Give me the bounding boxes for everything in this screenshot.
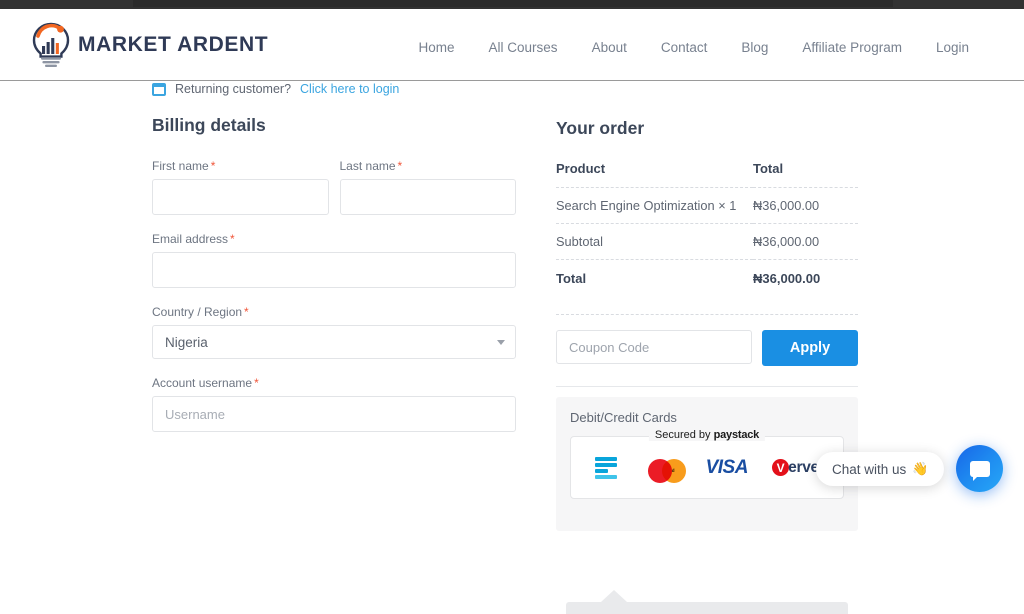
mastercard-yellow-circle: [661, 458, 686, 483]
coupon-divider: [556, 386, 858, 387]
country-select-wrapper: Nigeria: [152, 325, 516, 359]
first-name-field-group: First name *: [152, 159, 329, 215]
column-header-product: Product: [556, 161, 606, 176]
order-table-header-row: Product Total: [556, 161, 858, 188]
table-row: Total ₦36,000.00: [556, 259, 858, 296]
returning-customer-notice: Returning customer? Click here to login: [152, 78, 399, 100]
site-logo[interactable]: MARKET ARDENT: [30, 22, 268, 68]
browser-chrome-inner: [133, 0, 893, 7]
order-item-amount: ₦36,000.00: [753, 187, 858, 224]
email-field-group: Email address *: [152, 232, 516, 288]
last-name-input[interactable]: [339, 179, 516, 215]
mastercard-icon: mastercard: [641, 458, 686, 483]
waving-hand-icon: 👋: [912, 461, 929, 476]
paystack-card-icon: [595, 456, 618, 479]
billing-details-heading: Billing details: [152, 115, 266, 135]
country-select[interactable]: Nigeria: [152, 325, 516, 359]
last-name-label-text: Last name: [339, 159, 396, 173]
nav-item-about[interactable]: About: [575, 40, 644, 55]
chat-prompt-bubble[interactable]: Chat with us 👋: [816, 452, 945, 486]
browser-chrome-strip: [0, 0, 1024, 9]
nav-item-contact[interactable]: Contact: [644, 40, 725, 55]
order-table: Product Total Search Engine Optimization…: [556, 161, 858, 296]
required-marker: *: [397, 159, 403, 173]
order-summary-section: Your order Product Total Search Engine O…: [556, 118, 858, 315]
info-box-icon: [152, 82, 166, 96]
paystack-brand-text: paystack: [713, 429, 760, 441]
nav-item-affiliate-program[interactable]: Affiliate Program: [785, 40, 919, 55]
chat-prompt-text: Chat with us: [832, 461, 907, 477]
site-header: MARKET ARDENT Home All Courses About Con…: [0, 9, 1024, 81]
name-fields-row: First name * Last name *: [152, 159, 516, 232]
your-order-heading: Your order: [556, 118, 645, 138]
username-input[interactable]: [152, 396, 516, 432]
table-row: Subtotal ₦36,000.00: [556, 223, 858, 260]
verve-logo: V erve: [772, 459, 819, 477]
nav-item-all-courses[interactable]: All Courses: [472, 40, 575, 55]
email-input[interactable]: [152, 252, 516, 288]
required-marker: *: [244, 305, 249, 319]
country-field-group: Country / Region * Nigeria: [152, 305, 516, 359]
email-label-text: Email address: [152, 232, 229, 246]
order-table-body: Search Engine Optimization × 1 ₦36,000.0…: [556, 187, 858, 296]
nav-item-blog[interactable]: Blog: [724, 40, 785, 55]
visa-icon: VISA: [705, 456, 749, 478]
order-item-name: Search Engine Optimization × 1: [556, 187, 753, 224]
first-name-label-text: First name: [152, 159, 209, 173]
payment-methods-panel: Debit/Credit Cards Secured by paystack V…: [556, 397, 858, 531]
email-label: Email address *: [152, 232, 516, 246]
coupon-code-input[interactable]: [556, 330, 752, 364]
nav-item-login[interactable]: Login: [919, 40, 986, 55]
payment-bottom-strip: [566, 602, 848, 614]
total-label: Total: [556, 259, 753, 296]
table-row: Search Engine Optimization × 1 ₦36,000.0…: [556, 187, 858, 224]
subtotal-label: Subtotal: [556, 223, 753, 260]
column-header-total: Total: [753, 161, 784, 176]
paystack-card-logo: [595, 456, 618, 479]
secured-by-text: Secured by: [654, 429, 711, 441]
mastercard-logo: mastercard: [641, 458, 686, 483]
order-table-head: Product Total: [556, 161, 858, 188]
product-title: Search Engine Optimization: [556, 198, 715, 213]
required-marker: *: [210, 159, 216, 173]
last-name-label: Last name *: [340, 159, 517, 173]
nav-item-home[interactable]: Home: [402, 40, 472, 55]
paystack-card-box: Secured by paystack mastercard: [570, 429, 844, 499]
country-label-text: Country / Region: [152, 305, 243, 319]
required-marker: *: [230, 232, 235, 246]
accepted-cards-row: mastercard VISA V erve: [571, 437, 843, 498]
product-quantity: × 1: [718, 198, 737, 213]
speech-bubble-icon: [969, 460, 990, 481]
username-label: Account username *: [152, 376, 516, 390]
first-name-input[interactable]: [152, 179, 329, 215]
coupon-section: Apply: [556, 330, 858, 366]
lightbulb-chart-logo-icon: [32, 22, 70, 67]
main-navigation: Home All Courses About Contact Blog Affi…: [402, 40, 986, 55]
login-link[interactable]: Click here to login: [300, 82, 399, 96]
first-name-label: First name *: [152, 159, 329, 173]
billing-details-section: Billing details First name * Last name * E…: [152, 115, 516, 449]
country-label: Country / Region *: [152, 305, 516, 319]
apply-coupon-button[interactable]: Apply: [762, 330, 858, 366]
required-marker: *: [254, 376, 259, 390]
username-field-group: Account username *: [152, 376, 516, 432]
secured-by-paystack-legend: Secured by paystack: [648, 429, 766, 441]
subtotal-amount: ₦36,000.00: [753, 223, 858, 260]
username-label-text: Account username: [152, 376, 253, 390]
brand-name: MARKET ARDENT: [78, 33, 269, 56]
payment-method-label[interactable]: Debit/Credit Cards: [570, 410, 844, 425]
verve-icon: V erve: [772, 459, 819, 477]
verve-v-mark: V: [772, 459, 790, 476]
visa-logo: VISA: [705, 456, 749, 479]
chat-launcher-button[interactable]: [956, 445, 1003, 492]
verve-wordmark: erve: [788, 458, 819, 476]
last-name-field-group: Last name *: [339, 159, 517, 215]
payment-panel-arrow: [601, 590, 627, 602]
order-table-bottom-divider: [556, 314, 858, 315]
returning-customer-text: Returning customer?: [175, 82, 292, 96]
total-amount: ₦36,000.00: [753, 259, 858, 296]
